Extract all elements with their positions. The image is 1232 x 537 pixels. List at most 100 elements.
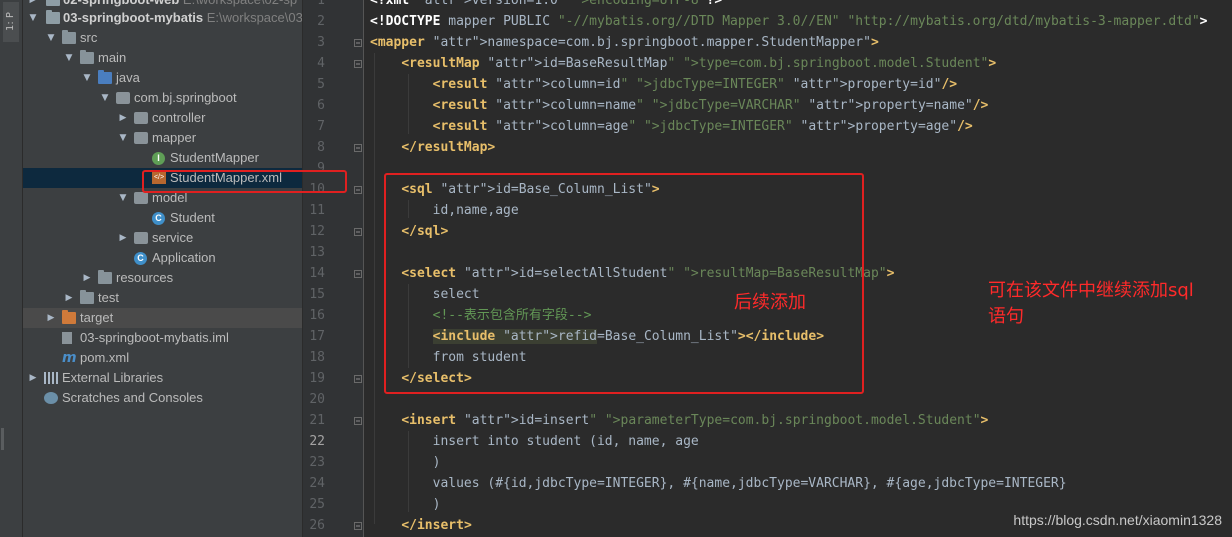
code-line[interactable]: values (#{id,jdbcType=INTEGER}, #{name,j… [370, 473, 1067, 494]
code-line[interactable]: <?xml "attr">version=1.0" ">encoding=UTF… [370, 0, 722, 11]
strip-gripper[interactable] [1, 428, 4, 450]
expand-arrow-icon[interactable]: ▼ [118, 128, 128, 148]
tree-item-label: pom.xml [80, 348, 129, 368]
code-line[interactable]: </insert> [370, 515, 471, 536]
tree-item-label: mapper [152, 128, 196, 148]
line-number: 20 [309, 392, 325, 407]
collapse-arrow-icon[interactable]: ▶ [28, 368, 38, 388]
tree-row[interactable]: ▼ src [23, 28, 302, 48]
fold-marker-icon[interactable] [354, 144, 362, 152]
tree-item-path: E:\workspace\03 [203, 10, 302, 25]
tree-item-path: E:\workspace\02-sp [179, 0, 297, 7]
tree-item-label: com.bj.springboot [134, 88, 237, 108]
line-number: 26 [309, 518, 325, 533]
tool-window-strip: 1: P [0, 0, 23, 537]
line-number: 25 [309, 497, 325, 512]
code-line[interactable]: ) [370, 494, 441, 515]
collapse-arrow-icon[interactable]: ▶ [46, 308, 56, 328]
folder-icon [80, 50, 94, 64]
expand-arrow-icon[interactable]: ▼ [100, 88, 110, 108]
package-icon [134, 192, 148, 204]
fold-marker-icon[interactable] [354, 270, 362, 278]
class-icon: C [152, 212, 165, 225]
code-line[interactable]: <mapper "attr">namespace=com.bj.springbo… [370, 32, 879, 53]
tree-row[interactable]: I StudentMapper [23, 148, 302, 168]
tree-row[interactable]: ▶ External Libraries [23, 368, 302, 388]
code-line[interactable]: </resultMap> [370, 137, 495, 158]
expand-arrow-icon[interactable]: ▼ [46, 28, 56, 48]
project-tree[interactable]: ▶ 02-springboot-web E:\workspace\02-sp ▼ 03… [23, 0, 302, 537]
selected-file-highlight-box [142, 170, 347, 193]
tree-row[interactable]: ▼ com.bj.springboot [23, 88, 302, 108]
tree-row[interactable]: ▶ controller [23, 108, 302, 128]
line-number: 11 [309, 203, 325, 218]
tree-item-name: resources [116, 270, 174, 285]
tree-item-name: com.bj.springboot [134, 90, 237, 105]
expand-arrow-icon[interactable]: ▼ [28, 8, 38, 28]
line-number: 2 [317, 14, 325, 29]
tree-row[interactable]: ▶ target [23, 308, 302, 328]
tree-row[interactable]: Scratches and Consoles [23, 388, 302, 408]
fold-marker-icon[interactable] [354, 228, 362, 236]
tree-item-name: 02-springboot-web [63, 0, 179, 7]
tree-item-label: src [80, 28, 97, 48]
tree-row[interactable]: 03-springboot-mybatis.iml [23, 328, 302, 348]
code-line[interactable]: <resultMap "attr">id=BaseResultMap" ">ty… [370, 53, 996, 74]
fold-marker-icon[interactable] [354, 186, 362, 194]
expand-arrow-icon[interactable]: ▼ [64, 48, 74, 68]
outer-annotation-line2: 语句 [988, 306, 1024, 327]
code-line[interactable]: <result "attr">column=name" ">jdbcType=V… [370, 95, 989, 116]
code-line[interactable]: <result "attr">column=id" ">jdbcType=INT… [370, 74, 957, 95]
collapse-arrow-icon[interactable]: ▶ [64, 288, 74, 308]
collapse-arrow-icon[interactable]: ▶ [82, 268, 92, 288]
tree-row[interactable]: ▼ 03-springboot-mybatis E:\workspace\03 [23, 8, 302, 28]
line-number: 15 [309, 287, 325, 302]
tree-row[interactable]: ▶ test [23, 288, 302, 308]
tree-item-label: StudentMapper [170, 148, 259, 168]
code-line[interactable]: insert into student (id, name, age [370, 431, 699, 452]
expand-arrow-icon[interactable]: ▼ [118, 188, 128, 208]
collapse-arrow-icon[interactable]: ▶ [118, 228, 128, 248]
project-folder-icon [46, 10, 60, 24]
tree-item-label: main [98, 48, 126, 68]
tree-row[interactable]: C Application [23, 248, 302, 268]
line-number: 24 [309, 476, 325, 491]
line-number: 6 [317, 98, 325, 113]
line-number: 8 [317, 140, 325, 155]
line-number: 13 [309, 245, 325, 260]
code-line[interactable]: <insert "attr">id=insert" ">parameterTyp… [370, 410, 988, 431]
module-file-icon [62, 332, 72, 344]
fold-marker-icon[interactable] [354, 60, 362, 68]
tree-row[interactable]: m pom.xml [23, 348, 302, 368]
fold-marker-icon[interactable] [354, 522, 362, 530]
tree-item-label: 03-springboot-mybatis E:\workspace\03 [63, 8, 302, 28]
tree-item-label: java [116, 68, 140, 88]
tree-item-label: service [152, 228, 193, 248]
fold-marker-icon[interactable] [354, 39, 362, 47]
tree-row[interactable]: ▼ main [23, 48, 302, 68]
line-number: 14 [309, 266, 325, 281]
indent-guide [408, 431, 409, 512]
watermark-url: https://blog.csdn.net/xiaomin1328 [1013, 512, 1222, 528]
collapse-arrow-icon[interactable]: ▶ [118, 108, 128, 128]
code-line[interactable]: <!DOCTYPE mapper PUBLIC "-//mybatis.org/… [370, 11, 1207, 32]
editor-gutter[interactable]: 1 2 3 4 5 6 7 8 9 10 11 12 13 14 15 16 17 18 19 20 21 22 23 24 2… [303, 0, 364, 537]
tree-row[interactable]: ▶ service [23, 228, 302, 248]
tree-item-name: java [116, 70, 140, 85]
tree-row[interactable]: ▼ mapper [23, 128, 302, 148]
project-tool-tab[interactable]: 1: P [3, 2, 19, 42]
tree-row[interactable]: ▶ resources [23, 268, 302, 288]
fold-marker-icon[interactable] [354, 417, 362, 425]
tree-item-label: controller [152, 108, 205, 128]
tree-item-name: controller [152, 110, 206, 125]
tree-item-name: main [98, 50, 127, 65]
fold-marker-icon[interactable] [354, 375, 362, 383]
code-line[interactable]: ) [370, 452, 441, 473]
expand-arrow-icon[interactable]: ▼ [82, 68, 92, 88]
code-line[interactable]: <result "attr">column=age" ">jdbcType=IN… [370, 116, 973, 137]
tree-item-label: resources [116, 268, 173, 288]
line-number: 23 [309, 455, 325, 470]
tree-row[interactable]: C Student [23, 208, 302, 228]
tree-item-name: Student [170, 210, 215, 225]
tree-row[interactable]: ▼ java [23, 68, 302, 88]
